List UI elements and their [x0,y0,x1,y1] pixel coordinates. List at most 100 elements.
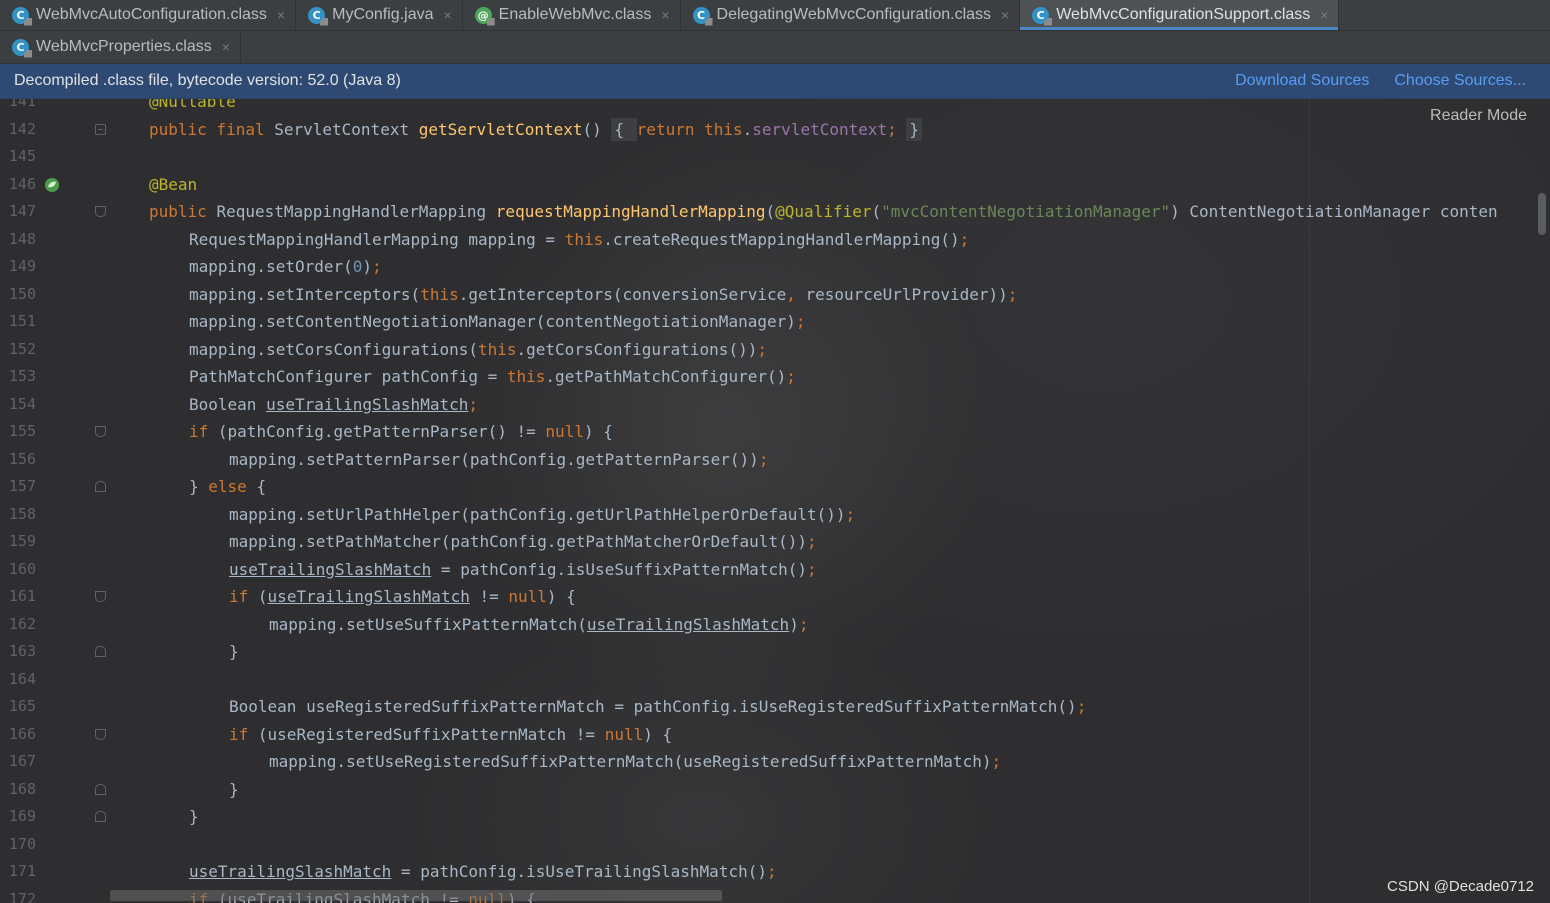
code-token: (useRegisteredSuffixPatternMatch != [257,724,605,744]
horizontal-scrollbar-thumb[interactable] [110,890,722,901]
tab-myconfig-java[interactable]: C MyConfig.java × [296,0,463,30]
line-number: 169 [8,807,36,825]
code-token: ; [795,312,806,331]
code-token: useTrailingSlashMatch [266,394,469,414]
code-text: if (pathConfig.getPatternParser() != nul… [189,418,613,446]
editor-tab-bar-row-1: C WebMvcAutoConfiguration.class × C MyConfig… [0,0,1550,31]
line-number: 161 [8,587,36,605]
code-text: mapping.setCorsConfigurations(this.getCo… [189,336,767,364]
code-token: if [229,587,258,606]
code-token: mapping.setCorsConfigurations( [189,339,478,359]
code-text: if (useTrailingSlashMatch != null) { [229,583,576,611]
tab-webmvcconfigurationsupport-class[interactable]: C WebMvcConfigurationSupport.class × [1020,0,1340,30]
close-tab-icon[interactable]: × [1001,7,1009,23]
line-number: 155 [8,422,36,440]
code-token: (pathConfig.getPatternParser() != [217,422,546,441]
fold-toggle-icon[interactable] [95,646,106,657]
code-line: 167 mapping.setUseRegisteredSuffixPattern… [0,748,1550,776]
code-text: if (useRegisteredSuffixPatternMatch != n… [229,721,672,749]
code-token: ; [468,394,478,414]
code-token: useTrailingSlashMatch [229,559,432,579]
class-file-icon: C [12,38,29,56]
code-text: } else { [189,473,266,501]
choose-sources-link[interactable]: Choose Sources... [1394,72,1526,90]
close-tab-icon[interactable]: × [222,39,230,55]
line-number: 163 [8,642,36,660]
code-token: "mvcContentNegotiationManager" [881,202,1171,221]
code-line: 162 mapping.setUseSuffixPatternMatch(useT… [0,611,1550,639]
code-text: Boolean useTrailingSlashMatch; [189,391,478,419]
code-token: public [149,202,217,221]
code-line: 152 mapping.setCorsConfigurations(this.ge… [0,336,1550,364]
fold-toggle-icon[interactable] [95,783,106,795]
code-token: return [636,119,705,139]
close-tab-icon[interactable]: × [443,7,451,23]
line-number: 150 [8,284,36,303]
code-token: 0 [352,257,363,276]
code-token: ) [362,257,373,276]
code-token: null [545,422,584,441]
code-line: 157} else { [0,473,1550,501]
line-number: 154 [8,394,36,413]
code-line: 153 PathMatchConfigurer pathConfig = this… [0,363,1550,391]
code-line: 151 mapping.setContentNegotiationManager(… [0,308,1550,336]
code-token: RequestMappingHandlerMapping [216,202,496,221]
tab-webmvcproperties-class[interactable]: C WebMvcProperties.class × [0,31,241,63]
tab-label: WebMvcAutoConfiguration.class [36,6,267,23]
download-sources-link[interactable]: Download Sources [1235,72,1369,90]
code-token: != [469,587,509,606]
code-token: else [208,477,257,496]
fold-toggle-icon[interactable] [95,811,106,822]
code-token: this [477,339,517,359]
code-line: 166 if (useRegisteredSuffixPatternMatch !… [0,721,1550,749]
decompiled-notice-text: Decompiled .class file, bytecode version… [14,72,401,89]
code-text: useTrailingSlashMatch = pathConfig.isUse… [189,858,777,886]
fold-toggle-icon[interactable] [95,123,106,135]
line-number: 151 [8,312,36,330]
fold-toggle-icon[interactable] [95,591,106,602]
code-line: 161 if (useTrailingSlashMatch != null) { [0,583,1550,611]
code-token: } [189,807,199,826]
code-token: } [229,642,239,661]
code-token: Boolean [189,394,267,414]
class-file-icon: C [12,6,29,24]
code-text: RequestMappingHandlerMapping mapping = t… [189,226,969,254]
code-token: this [704,119,743,139]
close-tab-icon[interactable]: × [661,7,669,23]
code-token: resourceUrlProvider)) [805,284,1008,304]
code-editor[interactable]: 141 @Nullable 142 public final ServletConte… [0,99,1550,903]
tab-webmvcautoconfiguration-class[interactable]: C WebMvcAutoConfiguration.class × [0,0,297,30]
annotation-file-icon: @ [474,6,492,24]
vertical-scrollbar-thumb[interactable] [1538,193,1546,235]
line-number: 142 [8,119,36,138]
code-line: 149 mapping.setOrder(0); [0,253,1550,281]
code-text: mapping.setContentNegotiationManager(con… [189,308,806,336]
decompiled-notice-banner: Decompiled .class file, bytecode version… [0,64,1550,99]
fold-toggle-icon[interactable] [95,426,106,437]
code-line: 169} [0,803,1550,831]
close-tab-icon[interactable]: × [277,7,285,23]
code-token: ; [758,449,769,469]
fold-toggle-icon[interactable] [95,206,106,217]
fold-toggle-icon[interactable] [95,728,106,740]
code-token: getServletContext [418,119,583,139]
class-file-icon: C [1032,6,1050,24]
code-text: mapping.setOrder(0); [189,253,382,281]
code-text: @Nullable [149,99,236,116]
reader-mode-button[interactable]: Reader Mode [1430,107,1527,125]
fold-toggle-icon[interactable] [95,481,106,492]
code-token: mapping.setUseRegisteredSuffixPatternMat… [269,752,992,771]
code-token: ( [765,202,776,221]
code-token: .getPathMatchConfigurer() [545,367,787,386]
code-token: requestMappingHandlerMapping [495,202,766,221]
close-tab-icon[interactable]: × [1320,7,1328,23]
line-number: 147 [8,202,36,220]
code-text: mapping.setUrlPathHelper(pathConfig.getU… [229,501,855,529]
tab-enablewebmvc-class[interactable]: @ EnableWebMvc.class × [463,0,681,30]
code-token: RequestMappingHandlerMapping mapping = [189,229,565,249]
bean-gutter-icon[interactable] [43,176,61,194]
code-line: 147 public RequestMappingHandlerMapping r… [0,198,1550,226]
tab-delegatingwebmvcconfiguration-class[interactable]: C DelegatingWebMvcConfiguration.class × [681,0,1021,30]
code-token: ; [991,752,1002,771]
line-number: 170 [8,834,36,853]
